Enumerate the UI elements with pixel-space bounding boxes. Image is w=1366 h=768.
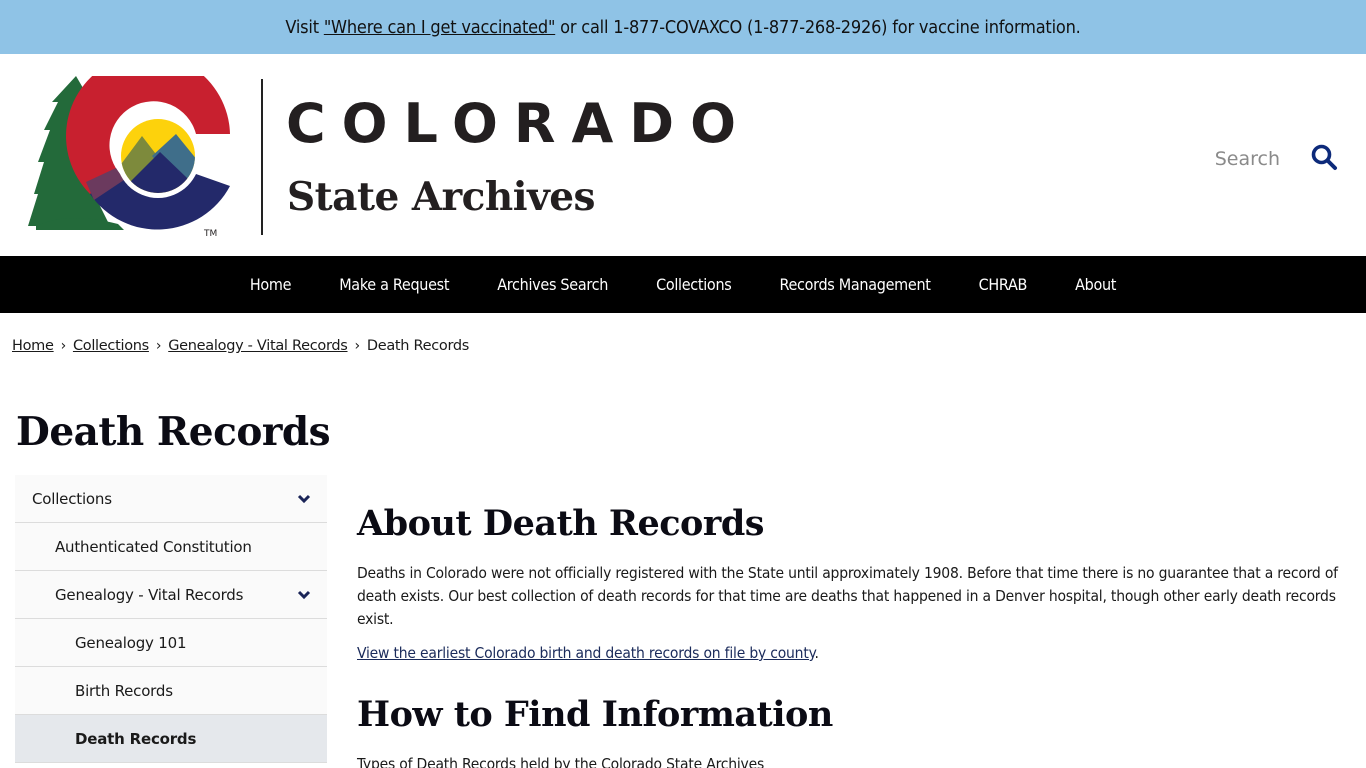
nav-item-make-a-request[interactable]: Make a Request: [315, 275, 473, 294]
types-paragraph: Types of Death Records held by the Color…: [357, 755, 765, 768]
breadcrumb-separator: ›: [354, 338, 361, 354]
main-content: About Death Records Deaths in Colorado w…: [357, 500, 1342, 768]
chevron-down-icon[interactable]: [297, 590, 311, 600]
colorado-logo-icon: TM: [28, 76, 230, 239]
breadcrumb-collections[interactable]: Collections: [73, 338, 149, 354]
vaccine-alert-bar: Visit "Where can I get vaccinated" or ca…: [0, 0, 1366, 54]
side-nav: Collections Authenticated Constitution G…: [15, 475, 327, 763]
sidenav-item-death-records[interactable]: Death Records: [15, 715, 327, 763]
sidenav-item-label: Authenticated Constitution: [55, 537, 252, 556]
nav-item-about[interactable]: About: [1051, 275, 1140, 294]
search-button[interactable]: [1308, 142, 1340, 174]
breadcrumb-separator: ›: [155, 338, 162, 354]
sidenav-item-label: Genealogy 101: [75, 633, 187, 652]
sidenav-item-label: Genealogy - Vital Records: [55, 585, 244, 604]
logo-wordmark-state-archives: State Archives: [287, 174, 596, 220]
logo-wordmark-colorado: COLORADO: [286, 92, 753, 155]
nav-item-records-management[interactable]: Records Management: [755, 275, 954, 294]
logo-divider: [261, 79, 263, 235]
main-nav: Home Make a Request Archives Search Coll…: [0, 256, 1366, 313]
nav-item-collections[interactable]: Collections: [632, 275, 755, 294]
sidenav-item-label: Collections: [32, 489, 112, 508]
search-icon: [1311, 144, 1337, 170]
link-suffix: .: [814, 644, 819, 662]
nav-item-archives-search[interactable]: Archives Search: [473, 275, 632, 294]
alert-suffix: or call 1-877-COVAXCO (1-877-268-2926) f…: [555, 16, 1081, 38]
svg-text:TM: TM: [203, 229, 217, 239]
breadcrumb-genealogy-vital-records[interactable]: Genealogy - Vital Records: [168, 338, 348, 354]
site-header: TM COLORADO State Archives: [0, 54, 1366, 256]
sidenav-item-genealogy-101[interactable]: Genealogy 101: [15, 619, 327, 667]
nav-item-home[interactable]: Home: [226, 275, 315, 294]
section-heading-how-to-find: How to Find Information: [357, 694, 833, 735]
section-heading-about: About Death Records: [357, 503, 765, 544]
breadcrumb-separator: ›: [60, 338, 67, 354]
sidenav-item-genealogy-vital-records[interactable]: Genealogy - Vital Records: [15, 571, 327, 619]
vaccine-location-link[interactable]: "Where can I get vaccinated": [324, 17, 556, 38]
sidenav-item-label: Birth Records: [75, 681, 173, 700]
sidenav-item-authenticated-constitution[interactable]: Authenticated Constitution: [15, 523, 327, 571]
chevron-down-icon[interactable]: [297, 494, 311, 504]
county-records-paragraph: View the earliest Colorado birth and dea…: [357, 642, 1342, 665]
sidenav-item-collections[interactable]: Collections: [15, 475, 327, 523]
alert-prefix: Visit: [285, 16, 324, 38]
about-paragraph: Deaths in Colorado were not officially r…: [357, 564, 1338, 628]
search-input[interactable]: [1180, 144, 1280, 174]
sidenav-item-birth-records[interactable]: Birth Records: [15, 667, 327, 715]
sidenav-item-label: Death Records: [75, 729, 197, 748]
breadcrumb-current: Death Records: [366, 338, 470, 354]
page-title: Death Records: [16, 409, 331, 455]
county-records-link[interactable]: View the earliest Colorado birth and dea…: [357, 644, 815, 662]
nav-item-chrab[interactable]: CHRAB: [955, 275, 1051, 294]
breadcrumb-home[interactable]: Home: [12, 338, 54, 354]
breadcrumb: Home › Collections › Genealogy - Vital R…: [12, 338, 469, 354]
